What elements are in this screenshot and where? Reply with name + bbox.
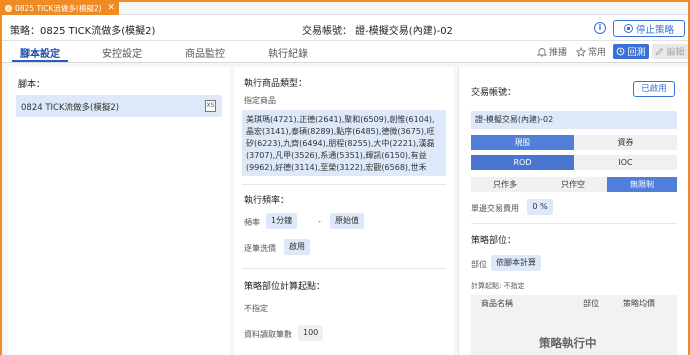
frequency-heading: 執行頻率： (244, 196, 290, 206)
tab-product-monitor[interactable]: 商品監控 (185, 45, 225, 60)
tab-safety-settings[interactable]: 安控設定 (102, 45, 142, 60)
stop-strategy-label: 停止策略 (635, 24, 674, 36)
header-bar: 策略：0825 TICK流做多(模擬2) 交易帳號： 證-模擬交易(內建)-02… (2, 15, 688, 41)
value-mode-select[interactable]: 原始值 (330, 213, 364, 229)
lightbulb-icon (5, 5, 12, 12)
tick-wash-toggle[interactable]: 啟用 (284, 239, 310, 255)
content-area: 腳本： 0824 TICK流做多(模擬2) XS 執行商品類型： 指定商品 美琪… (2, 63, 688, 355)
active-tab-indicator (12, 60, 68, 62)
frequency-key: 頻率 (244, 218, 260, 227)
close-icon[interactable]: ✕ (108, 2, 116, 15)
pencil-icon (656, 47, 664, 56)
push-button[interactable]: 推播 (537, 45, 567, 58)
title-bar: 0825 TICK流做多(模擬2) ✕ (2, 2, 688, 15)
position-select[interactable]: 依腳本計算 (491, 255, 541, 271)
read-count-input[interactable]: 100 (298, 325, 324, 341)
execution-settings-panel: 執行商品類型： 指定商品 美琪瑪(4721),正德(2641),聚和(6509)… (234, 67, 454, 355)
seg-long-only[interactable]: 只作多 (471, 177, 539, 192)
script-panel: 腳本： 0824 TICK流做多(模擬2) XS (8, 67, 230, 355)
divider (471, 223, 677, 224)
calc-start-heading: 策略部位計算起點： (244, 282, 326, 292)
seg-cash[interactable]: 現股 (471, 135, 574, 150)
edit-button[interactable]: 編輯 (652, 44, 688, 59)
window-tab[interactable]: 0825 TICK流做多(模擬2) ✕ (2, 2, 120, 15)
script-selector[interactable]: 0824 TICK流做多(模擬2) XS (16, 95, 222, 117)
col-position: 部位 (583, 299, 599, 308)
seg-short-only[interactable]: 只作空 (539, 177, 607, 192)
strategy-window: 0825 TICK流做多(模擬2) ✕ 策略：0825 TICK流做多(模擬2)… (0, 0, 690, 355)
product-list[interactable]: 美琪瑪(4721),正德(2641),聚和(6509),創惟(6104),晶宏(… (242, 110, 446, 176)
read-count-key: 資料讀取筆數 (244, 330, 292, 339)
position-table-header: 商品名稱 部位 策略均價 (471, 295, 677, 311)
position-key: 部位 (471, 260, 487, 269)
strategy-name: 策略：0825 TICK流做多(模擬2) (10, 26, 156, 37)
col-avg-price: 策略均價 (623, 299, 655, 308)
xs-script-icon[interactable]: XS (205, 100, 216, 112)
tab-execution-log[interactable]: 執行紀錄 (268, 45, 308, 60)
bell-icon (537, 47, 547, 57)
replay-button[interactable]: 回測 (613, 44, 649, 59)
info-icon[interactable]: i (594, 22, 606, 34)
account-heading: 交易帳號： (471, 88, 517, 98)
account-panel: 交易帳號： 已啟用 證-模擬交易(內建)-02 現股 資券 ROD IOC 只作… (458, 67, 688, 355)
window-tab-title: 0825 TICK流做多(模擬2) (15, 4, 102, 13)
favorite-button[interactable]: 常用 (576, 45, 606, 58)
push-label: 推播 (549, 48, 568, 58)
account-select[interactable]: 證-模擬交易(內建)-02 (471, 111, 677, 129)
stop-strategy-button[interactable]: 停止策略 (613, 20, 685, 37)
frequency-select[interactable]: 1分鐘 (266, 213, 298, 229)
divider (242, 268, 446, 269)
divider (242, 184, 446, 185)
fee-key: 單邊交易費用 (471, 204, 519, 213)
edit-label: 編輯 (666, 48, 685, 58)
history-icon (617, 47, 625, 56)
enabled-button[interactable]: 已啟用 (633, 81, 675, 97)
seg-rod[interactable]: ROD (471, 155, 574, 170)
trading-account: 交易帳號： 證-模擬交易(內建)-02 (302, 26, 453, 37)
seg-margin[interactable]: 資券 (574, 135, 677, 150)
seg-unlimited[interactable]: 無限制 (607, 177, 677, 192)
favorite-label: 常用 (588, 48, 607, 58)
product-mode: 指定商品 (244, 96, 276, 105)
stop-icon (623, 24, 633, 33)
frequency-dash: - (318, 217, 321, 226)
script-name: 0824 TICK流做多(模擬2) (21, 103, 120, 113)
script-heading: 腳本： (18, 80, 46, 90)
fee-input[interactable]: 0 % (527, 199, 553, 215)
replay-label: 回測 (627, 48, 646, 58)
tick-wash-key: 逐筆洗價 (244, 244, 276, 253)
tab-script-settings[interactable]: 腳本設定 (20, 45, 60, 60)
seg-ioc[interactable]: IOC (574, 155, 677, 170)
position-heading: 策略部位： (471, 236, 517, 246)
col-product-name: 商品名稱 (481, 299, 513, 308)
calc-start-value: 不指定 (244, 304, 268, 313)
calc-start-note: 計算起點: 不指定 (471, 282, 525, 290)
running-status: 策略執行中 (539, 336, 597, 350)
tab-bar: 腳本設定 安控設定 商品監控 執行紀錄 推播 常用 回測 編輯 (2, 41, 688, 63)
product-type-heading: 執行商品類型： (244, 79, 308, 89)
star-icon (576, 46, 586, 57)
